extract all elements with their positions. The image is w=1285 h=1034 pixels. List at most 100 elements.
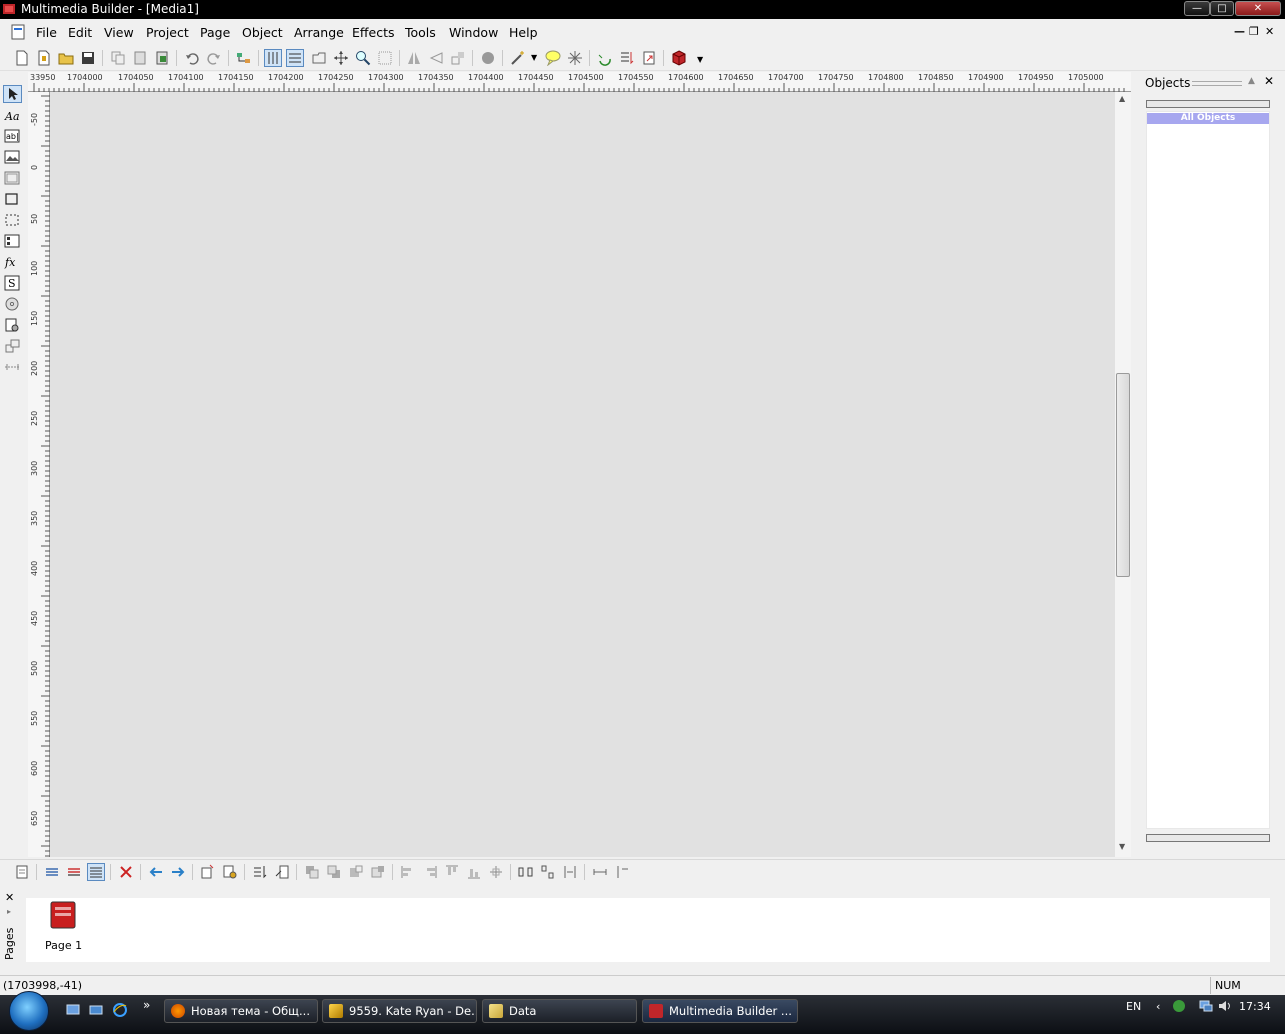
delete-icon[interactable] — [118, 864, 134, 880]
objects-top-bar[interactable] — [1146, 100, 1270, 108]
compile-dropdown-icon[interactable]: ▼ — [697, 55, 703, 64]
menu-tools[interactable]: Tools — [405, 25, 436, 40]
minimize-button[interactable]: — — [1184, 1, 1210, 16]
switch-windows-icon[interactable] — [89, 1003, 103, 1017]
script-tool-icon[interactable]: fx — [4, 254, 21, 270]
image-tool-icon[interactable] — [4, 149, 21, 165]
taskbar-item-multimedia-builder[interactable]: Multimedia Builder ... — [642, 999, 798, 1023]
open-folder-icon[interactable] — [58, 50, 74, 66]
textbox-tool-icon[interactable]: ab| — [4, 128, 21, 144]
copy-icon[interactable] — [110, 50, 126, 66]
next-arrow-icon[interactable] — [170, 864, 186, 880]
film-tool-icon[interactable] — [4, 233, 21, 249]
vertical-grid-icon[interactable] — [264, 49, 282, 67]
menu-edit[interactable]: Edit — [68, 25, 92, 40]
previous-arrow-icon[interactable] — [148, 864, 164, 880]
layer-red-icon[interactable] — [66, 864, 82, 880]
align-top-icon[interactable] — [444, 864, 460, 880]
objects-bottom-bar[interactable] — [1146, 834, 1270, 842]
speech-bubble-icon[interactable] — [545, 50, 561, 66]
all-objects-item[interactable]: All Objects — [1147, 113, 1269, 124]
align-center-icon[interactable] — [488, 864, 504, 880]
menu-page[interactable]: Page — [200, 25, 230, 40]
pages-expand-icon[interactable]: ▸ — [7, 907, 11, 916]
distribute-horizontal-icon[interactable] — [518, 864, 534, 880]
same-width-icon[interactable] — [592, 864, 608, 880]
volume-icon[interactable] — [1218, 999, 1232, 1013]
page-properties-icon[interactable] — [14, 864, 30, 880]
export-icon[interactable] — [641, 50, 657, 66]
start-button[interactable] — [9, 991, 49, 1031]
paste-special-icon[interactable] — [154, 50, 170, 66]
mdi-close-button[interactable]: ✕ — [1265, 25, 1274, 38]
menu-file[interactable]: File — [36, 25, 57, 40]
scroll-down-arrow-icon[interactable]: ▼ — [1119, 842, 1125, 851]
record-icon[interactable] — [480, 50, 496, 66]
cd-tool-icon[interactable] — [4, 296, 21, 312]
s-tool-icon[interactable]: S — [4, 275, 21, 291]
grid-dots-icon[interactable] — [377, 50, 393, 66]
maximize-button[interactable]: □ — [1210, 1, 1234, 16]
distribute-vertical-icon[interactable] — [540, 864, 556, 880]
vertical-scrollbar[interactable]: ▲ ▼ — [1115, 92, 1131, 857]
mdi-restore-button[interactable]: ❐ — [1249, 25, 1259, 38]
layer-list-icon[interactable] — [87, 863, 105, 881]
bring-front-icon[interactable] — [304, 864, 320, 880]
mdi-minimize-button[interactable]: — — [1234, 25, 1245, 38]
magic-wand-icon[interactable] — [510, 50, 526, 66]
select-arrow-icon[interactable] — [3, 85, 22, 103]
align-bottom-icon[interactable] — [466, 864, 482, 880]
redo-icon[interactable] — [206, 50, 222, 66]
internet-explorer-icon[interactable] — [112, 1002, 128, 1018]
show-desktop-icon[interactable] — [66, 1003, 80, 1017]
send-back-icon[interactable] — [326, 864, 342, 880]
layer-up-icon[interactable] — [44, 864, 60, 880]
align-right-icon[interactable] — [422, 864, 438, 880]
objects-list[interactable]: All Objects — [1146, 111, 1270, 829]
rotate-icon[interactable] — [450, 50, 466, 66]
frame-tool-icon[interactable] — [4, 170, 21, 186]
panel-collapse-icon[interactable]: ▲ — [1248, 76, 1255, 86]
quicklaunch-more-icon[interactable]: » — [143, 998, 150, 1012]
backward-icon[interactable] — [370, 864, 386, 880]
dropdown-arrow-icon[interactable]: ▼ — [531, 53, 537, 62]
undo-icon[interactable] — [184, 50, 200, 66]
text-tool-icon[interactable]: Aa — [4, 108, 21, 124]
menu-arrange[interactable]: Arrange — [294, 25, 344, 40]
horizontal-grid-icon[interactable] — [286, 49, 304, 67]
menu-window[interactable]: Window — [449, 25, 498, 40]
scroll-up-arrow-icon[interactable]: ▲ — [1119, 94, 1125, 103]
refresh-script-icon[interactable] — [597, 50, 613, 66]
move-icon[interactable] — [333, 50, 349, 66]
forward-icon[interactable] — [348, 864, 364, 880]
menu-project[interactable]: Project — [146, 25, 189, 40]
menu-object[interactable]: Object — [242, 25, 283, 40]
sort-icon[interactable] — [252, 864, 268, 880]
save-icon[interactable] — [80, 50, 96, 66]
new-project-icon[interactable] — [36, 50, 52, 66]
new-file-icon[interactable] — [14, 50, 30, 66]
selection-rectangle-icon[interactable] — [4, 212, 21, 228]
page-canvas[interactable] — [50, 92, 1115, 857]
taskbar-item-data[interactable]: Data — [482, 999, 637, 1023]
project-tree-icon[interactable] — [236, 50, 252, 66]
scrollbar-thumb[interactable] — [1116, 373, 1130, 577]
align-left-icon[interactable] — [400, 864, 416, 880]
align-page-icon[interactable] — [274, 864, 290, 880]
duplicate-page-icon[interactable] — [200, 864, 216, 880]
page-icon[interactable] — [311, 50, 327, 66]
page-settings-icon[interactable] — [222, 864, 238, 880]
network-icon[interactable] — [1199, 999, 1213, 1013]
space-evenly-icon[interactable] — [562, 864, 578, 880]
resize-tool-icon[interactable] — [4, 338, 21, 354]
menu-view[interactable]: View — [104, 25, 134, 40]
flip-vertical-icon[interactable] — [428, 50, 444, 66]
panel-grip[interactable] — [1192, 81, 1242, 86]
same-height-icon[interactable] — [614, 864, 630, 880]
pages-close-icon[interactable]: ✕ — [5, 891, 14, 904]
taskbar-item-firefox[interactable]: Новая тема - Общ... — [164, 999, 318, 1023]
clock[interactable]: 17:34 — [1239, 1000, 1271, 1013]
menu-help[interactable]: Help — [509, 25, 538, 40]
paste-icon[interactable] — [132, 50, 148, 66]
utorrent-icon[interactable] — [1172, 999, 1186, 1013]
